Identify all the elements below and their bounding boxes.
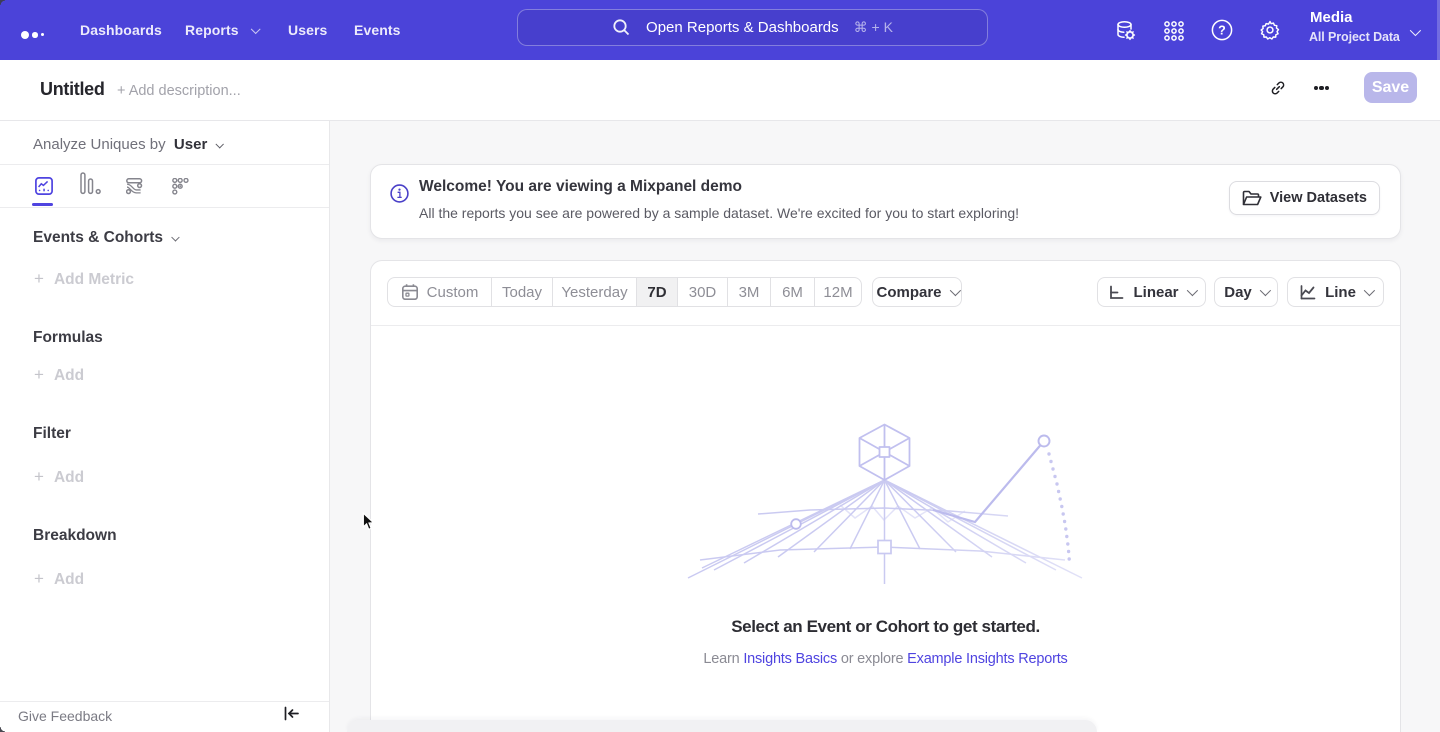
svg-text:?: ? — [1218, 24, 1226, 38]
